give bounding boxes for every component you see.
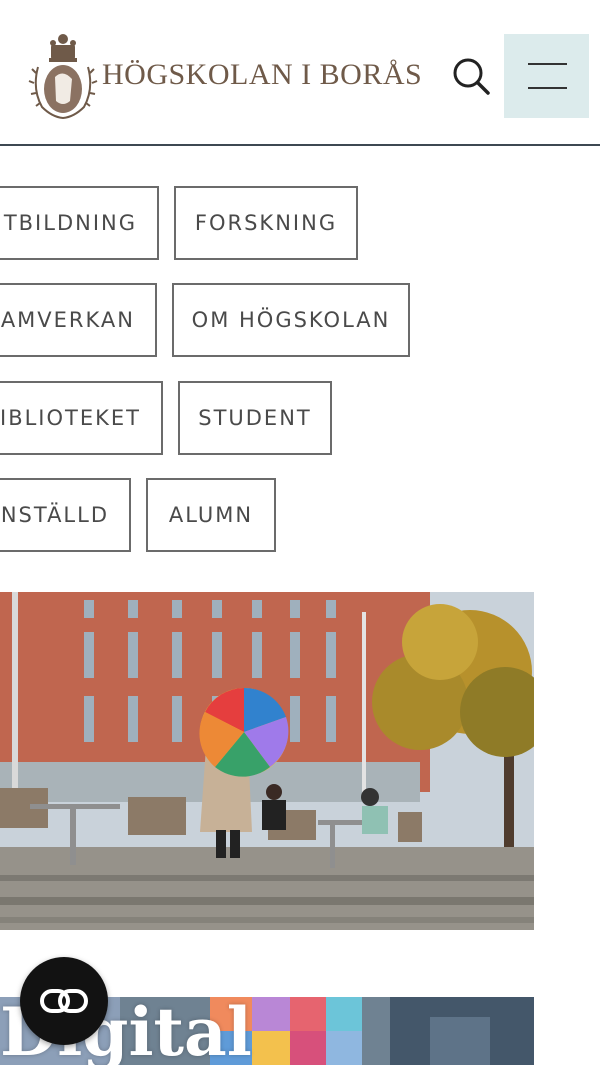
nav-button-label: AMVERKAN — [0, 308, 135, 332]
search-button[interactable] — [446, 52, 494, 100]
university-crest-logo[interactable] — [28, 27, 98, 119]
nav-button-om-hogskolan[interactable]: OM HÖGSKOLAN — [172, 283, 410, 357]
nav-button-label: NSTÄLLD — [0, 503, 109, 527]
nav-button-label: FORSKNING — [194, 211, 338, 235]
campus-photo-illustration — [0, 592, 534, 930]
floating-action-button[interactable] — [20, 957, 108, 1045]
nav-button-alumn[interactable]: ALUMN — [146, 478, 276, 552]
link-icon — [40, 989, 88, 1013]
nav-button-label: OM HÖGSKOLAN — [191, 308, 391, 332]
nav-button-label: ALUMN — [168, 503, 254, 527]
nav-button-label: STUDENT — [198, 406, 312, 430]
menu-icon — [528, 87, 567, 89]
nav-button-student[interactable]: STUDENT — [178, 381, 332, 455]
logo-text[interactable]: HÖGSKOLAN I BORÅS — [102, 58, 422, 92]
hero-campus-photo[interactable] — [0, 592, 534, 930]
search-icon — [453, 58, 490, 95]
nav-button-label: IBLIOTEKET — [0, 406, 141, 430]
nav-button-biblioteket[interactable]: IBLIOTEKET — [0, 381, 163, 455]
menu-icon — [528, 63, 567, 65]
site-header: HÖGSKOLAN I BORÅS — [0, 0, 600, 146]
nav-button-samverkan[interactable]: AMVERKAN — [0, 283, 157, 357]
nav-button-label: TBILDNING — [3, 211, 137, 235]
nav-button-anstalld[interactable]: NSTÄLLD — [0, 478, 131, 552]
nav-button-utbildning[interactable]: TBILDNING — [0, 186, 159, 260]
menu-button[interactable] — [504, 34, 589, 118]
nav-button-forskning[interactable]: FORSKNING — [174, 186, 358, 260]
